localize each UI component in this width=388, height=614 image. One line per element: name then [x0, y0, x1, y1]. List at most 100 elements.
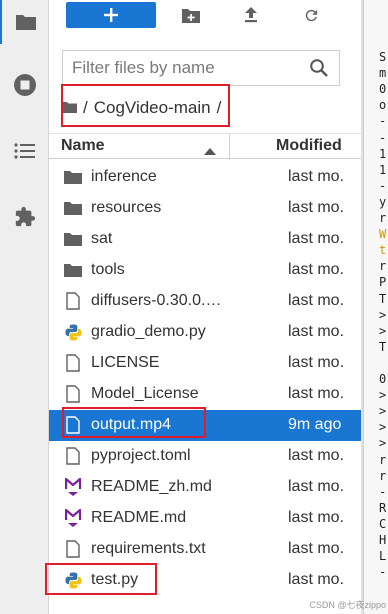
- file-modified: last mo.: [288, 230, 345, 247]
- file-list-header: Name Modified: [49, 133, 361, 160]
- file-name: resources: [91, 199, 162, 216]
- terminal-line: H: [379, 533, 387, 547]
- folder-icon: [64, 168, 82, 186]
- file-modified: last mo.: [288, 447, 345, 464]
- terminal-line: 1: [379, 146, 387, 161]
- file-name: sat: [91, 230, 113, 247]
- terminal-line: -: [379, 130, 387, 145]
- terminal-line: o: [379, 98, 387, 113]
- terminal-line: >: [379, 420, 387, 435]
- breadcrumb-trailing-separator: /: [216, 98, 222, 117]
- file-icon: [64, 292, 82, 310]
- terminal-line: T: [379, 291, 387, 306]
- file-name: output.mp4: [91, 416, 172, 433]
- column-header-name[interactable]: Name: [61, 137, 105, 155]
- file-name: pyproject.toml: [91, 447, 191, 464]
- folder-icon: [64, 199, 82, 217]
- sort-ascending-icon[interactable]: [204, 142, 216, 160]
- terminal-line: >: [379, 307, 387, 322]
- file-icon: [64, 540, 82, 558]
- refresh-icon: [305, 9, 317, 21]
- file-row-gradio-demo[interactable]: gradio_demo.py last mo.: [49, 317, 361, 348]
- terminal-line: r: [379, 468, 387, 483]
- file-row-sat[interactable]: sat last mo.: [49, 224, 361, 255]
- breadcrumb-item-cogvideo-main[interactable]: CogVideo-main: [94, 98, 211, 118]
- file-name: README_zh.md: [91, 478, 212, 495]
- terminal-line: W: [379, 227, 387, 242]
- terminal-line: r: [379, 259, 387, 274]
- stop-circle-icon: [13, 74, 36, 96]
- file-row-readme-zh[interactable]: README_zh.md last mo.: [49, 472, 361, 503]
- file-row-license[interactable]: LICENSE last mo.: [49, 348, 361, 379]
- file-row-pyproject[interactable]: pyproject.toml last mo.: [49, 441, 361, 472]
- terminal-line: -: [379, 178, 387, 193]
- column-header-modified[interactable]: Modified: [276, 137, 342, 155]
- terminal-line: y: [379, 194, 387, 209]
- file-modified: last mo.: [288, 540, 345, 557]
- file-modified: last mo.: [288, 571, 345, 588]
- file-icon: [64, 354, 82, 372]
- folder-icon: [15, 15, 36, 30]
- extensions-tab[interactable]: [0, 195, 49, 239]
- file-modified: last mo.: [288, 261, 345, 278]
- terminal-line: S: [379, 50, 387, 64]
- table-of-contents-tab[interactable]: [0, 129, 49, 173]
- terminal-line: P: [379, 275, 387, 290]
- terminal-line: 0: [379, 372, 387, 386]
- file-list: inference last mo. resources last mo. sa…: [49, 162, 361, 596]
- file-row-requirements[interactable]: requirements.txt last mo.: [49, 534, 361, 565]
- file-name: LICENSE: [91, 354, 160, 371]
- file-row-resources[interactable]: resources last mo.: [49, 193, 361, 224]
- activity-bar: [0, 0, 49, 614]
- terminal-line: >: [379, 323, 387, 338]
- terminal-line: r: [379, 211, 387, 225]
- file-modified: last mo.: [288, 323, 345, 340]
- filter-box: [62, 50, 340, 86]
- terminal-line: >: [379, 388, 387, 403]
- new-launcher-button[interactable]: [66, 2, 156, 28]
- file-row-inference[interactable]: inference last mo.: [49, 162, 361, 193]
- file-row-readme[interactable]: README.md last mo.: [49, 503, 361, 534]
- column-resize-handle[interactable]: [229, 134, 230, 160]
- file-name: gradio_demo.py: [91, 323, 206, 340]
- file-icon: [64, 416, 82, 434]
- plus-icon: [104, 8, 118, 22]
- file-modified: 9m ago: [288, 416, 342, 433]
- home-folder-icon[interactable]: [62, 98, 77, 118]
- new-folder-icon: [182, 8, 200, 23]
- file-row-test-py[interactable]: test.py last mo.: [49, 565, 361, 596]
- python-icon: [64, 323, 82, 341]
- file-row-diffusers[interactable]: diffusers-0.30.0.d... last mo.: [49, 286, 361, 317]
- markdown-icon: [64, 478, 82, 496]
- upload-button[interactable]: [240, 4, 262, 26]
- running-tab[interactable]: [0, 63, 49, 107]
- file-modified: last mo.: [288, 199, 345, 216]
- terminal-line: 0: [379, 82, 387, 97]
- new-folder-button[interactable]: [180, 4, 202, 26]
- file-row-model-license[interactable]: Model_License last mo.: [49, 379, 361, 410]
- file-name: inference: [91, 168, 157, 185]
- file-modified: last mo.: [288, 385, 345, 402]
- watermark: CSDN @七夜zippo: [309, 600, 386, 610]
- terminal-panel[interactable]: Sm 0 o - -1 1- y r Wt r P T > > T 0 > > > > r r - R C H L -: [363, 0, 388, 614]
- terminal-line: -: [379, 565, 387, 580]
- file-row-tools[interactable]: tools last mo.: [49, 255, 361, 286]
- terminal-line: R: [379, 500, 387, 515]
- file-name: Model_License: [91, 385, 199, 402]
- file-browser-tab[interactable]: [0, 0, 49, 44]
- python-icon: [64, 571, 82, 589]
- file-name: requirements.txt: [91, 540, 206, 557]
- file-icon: [64, 385, 82, 403]
- puzzle-icon: [15, 206, 35, 227]
- filter-files-input[interactable]: [63, 51, 303, 85]
- terminal-line: >: [379, 404, 387, 419]
- file-name: diffusers-0.30.0.d...: [91, 292, 226, 309]
- file-row-output-mp4[interactable]: output.mp4 9m ago: [49, 410, 361, 441]
- file-browser-toolbar: [49, 0, 361, 36]
- file-name: tools: [91, 261, 125, 278]
- file-modified: last mo.: [288, 292, 345, 309]
- folder-icon: [64, 261, 82, 279]
- terminal-line: m: [379, 66, 387, 81]
- file-modified: last mo.: [288, 354, 345, 371]
- refresh-button[interactable]: [300, 4, 322, 26]
